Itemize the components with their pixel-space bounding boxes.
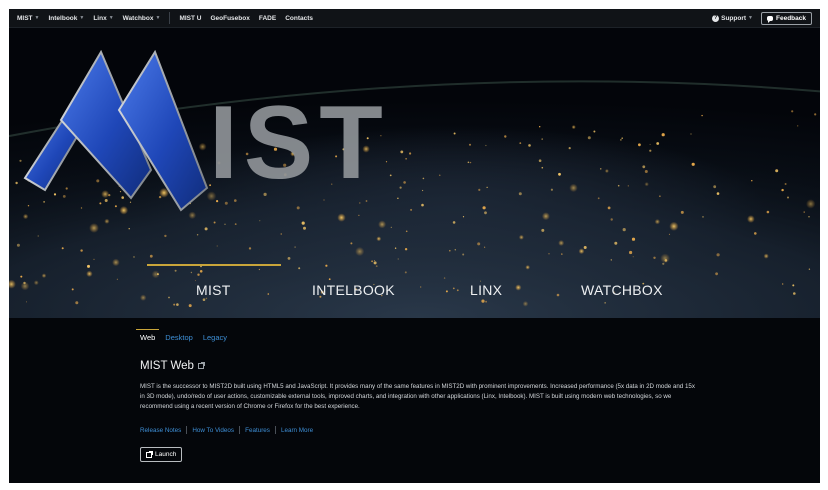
app-frame: MIST ▼ Intelbook ▼ Linx ▼ Watchbox ▼ MIS… [9, 9, 820, 483]
tab-linx[interactable]: LINX [470, 282, 502, 298]
nav-menu-label: Watchbox [122, 14, 154, 22]
link-features[interactable]: Features [245, 427, 270, 434]
logo-text: IST [209, 85, 389, 201]
external-link-icon[interactable] [197, 362, 205, 369]
link-divider [239, 426, 241, 434]
hero-banner: IST MIST INTELBOOK LINX WATCHBOX [9, 28, 820, 318]
chevron-down-icon: ▼ [108, 15, 114, 21]
product-content: Web Desktop Legacy MIST Web MIST is the … [135, 329, 700, 463]
nav-menu-mist[interactable]: MIST ▼ [17, 15, 39, 22]
nav-divider [169, 12, 171, 24]
tab-intelbook[interactable]: INTELBOOK [312, 282, 395, 298]
launch-label: Launch [155, 451, 177, 458]
nav-link-geofusebox[interactable]: GeoFusebox [210, 15, 249, 22]
tab-watchbox[interactable]: WATCHBOX [581, 282, 663, 298]
nav-menu-intelbook[interactable]: Intelbook ▼ [48, 15, 84, 22]
nav-link-mist-u[interactable]: MIST U [179, 15, 201, 22]
page-title: MIST Web [140, 360, 194, 372]
subtab-desktop[interactable]: Desktop [165, 333, 193, 345]
support-label: Support [721, 14, 747, 22]
feedback-button[interactable]: Feedback [761, 11, 812, 25]
feedback-label: Feedback [776, 14, 806, 22]
launch-button[interactable]: Launch [140, 447, 183, 462]
link-learn-more[interactable]: Learn More [281, 427, 313, 434]
nav-menu-watchbox[interactable]: Watchbox ▼ [123, 15, 161, 22]
nav-menu-label: Linx [93, 14, 107, 22]
nav-menu-label: MIST [17, 14, 33, 22]
platform-subtabs: Web Desktop Legacy [135, 329, 700, 345]
active-tab-indicator [147, 264, 281, 266]
external-link-icon [146, 450, 153, 458]
tab-mist[interactable]: MIST [196, 282, 231, 298]
subtab-web[interactable]: Web [135, 329, 160, 345]
chevron-down-icon: ▼ [34, 15, 40, 21]
nav-menu-label: Intelbook [48, 14, 78, 22]
nav-link-fade[interactable]: FADE [259, 15, 276, 22]
nav-link-contacts[interactable]: Contacts [285, 15, 313, 22]
link-release-notes[interactable]: Release Notes [140, 427, 181, 434]
link-how-to-videos[interactable]: How To Videos [192, 427, 234, 434]
top-navbar: MIST ▼ Intelbook ▼ Linx ▼ Watchbox ▼ MIS… [9, 9, 820, 28]
link-divider [186, 426, 188, 434]
support-menu[interactable]: ? Support ▼ [712, 14, 753, 22]
product-tabs: MIST INTELBOOK LINX WATCHBOX [9, 264, 820, 304]
link-divider [274, 426, 276, 434]
chevron-down-icon: ▼ [748, 15, 753, 21]
chevron-down-icon: ▼ [155, 15, 161, 21]
resource-links: Release Notes How To Videos Features Lea… [140, 426, 700, 434]
nav-menu-linx[interactable]: Linx ▼ [93, 15, 113, 22]
section-heading: MIST Web [140, 360, 700, 372]
chevron-down-icon: ▼ [79, 15, 85, 21]
comment-icon [767, 15, 773, 23]
mist-logo: IST [23, 50, 389, 212]
question-circle-icon: ? [712, 14, 720, 22]
subtab-legacy[interactable]: Legacy [203, 333, 227, 345]
product-description: MIST is the successor to MIST2D built us… [140, 383, 695, 410]
